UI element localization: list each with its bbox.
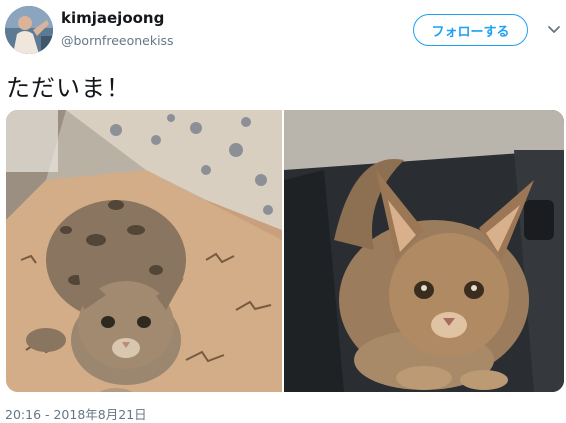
handle[interactable]: @bornfreeonekiss xyxy=(61,33,174,48)
avatar[interactable] xyxy=(5,6,53,54)
photo-abyssinian-cat[interactable] xyxy=(284,110,564,392)
display-name[interactable]: kimjaejoong xyxy=(61,9,164,27)
follow-button[interactable]: フォローする xyxy=(413,14,528,46)
tweet-text: ただいま！ xyxy=(6,74,131,102)
photo-bengal-cat[interactable] xyxy=(6,110,282,392)
tweet-timestamp[interactable]: 20:16 - 2018年8月21日 xyxy=(5,404,147,423)
chevron-down-icon[interactable] xyxy=(545,20,563,38)
